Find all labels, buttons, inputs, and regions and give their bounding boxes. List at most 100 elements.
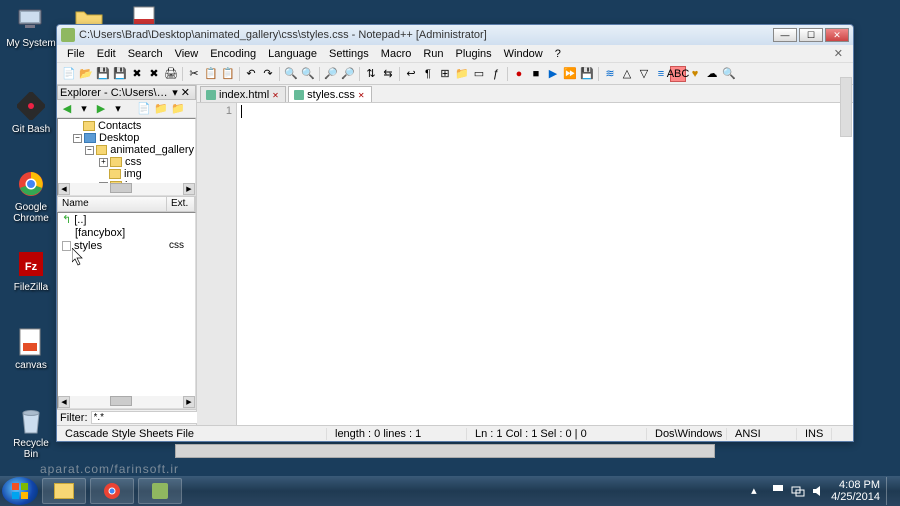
plugin-icon[interactable]: ♥ — [687, 66, 703, 82]
tree-scrollbar[interactable]: ◀ ▶ — [58, 183, 195, 195]
taskbar-explorer-button[interactable] — [42, 478, 86, 504]
tree-item-animated-gallery[interactable]: −animated_gallery — [59, 144, 194, 156]
doc-map-icon[interactable]: ▭ — [471, 66, 487, 82]
filelist-scrollbar[interactable]: ◀ ▶ — [58, 396, 195, 408]
cut-icon[interactable]: ✂ — [186, 66, 202, 82]
save-icon[interactable]: 💾 — [95, 66, 111, 82]
sync-h-icon[interactable]: ⇆ — [380, 66, 396, 82]
show-all-chars-icon[interactable]: ¶ — [420, 66, 436, 82]
find-icon[interactable]: 📁 — [171, 102, 185, 116]
dropdown-icon[interactable]: ▾ — [77, 102, 91, 116]
explorer-toggle-icon[interactable]: 🔍 — [721, 66, 737, 82]
open-file-icon[interactable]: 📂 — [78, 66, 94, 82]
show-hidden-icons-icon[interactable]: ▴ — [751, 484, 765, 498]
tree-item-contacts[interactable]: Contacts — [59, 120, 194, 132]
undo-icon[interactable]: ↶ — [243, 66, 259, 82]
stop-macro-icon[interactable]: ■ — [528, 66, 544, 82]
close-button[interactable]: ✕ — [825, 28, 849, 42]
menu-settings[interactable]: Settings — [323, 48, 375, 60]
new-file-icon[interactable]: 📄 — [137, 102, 151, 116]
spell-check-icon[interactable]: ABC — [670, 66, 686, 82]
menu-edit[interactable]: Edit — [91, 48, 122, 60]
desktop-icon-my-system[interactable]: My System — [6, 4, 56, 49]
sync-v-icon[interactable]: ⇅ — [363, 66, 379, 82]
new-folder-icon[interactable]: 📁 — [154, 102, 168, 116]
copy-icon[interactable]: 📋 — [203, 66, 219, 82]
save-macro-icon[interactable]: 💾 — [579, 66, 595, 82]
compare-nav-icon[interactable]: ▽ — [636, 66, 652, 82]
menu-window[interactable]: Window — [498, 48, 549, 60]
redo-icon[interactable]: ↷ — [260, 66, 276, 82]
column-name[interactable]: Name — [58, 197, 167, 211]
explorer-close-icon[interactable]: ✕ — [178, 86, 193, 99]
close-all-icon[interactable]: ✖ — [146, 66, 162, 82]
record-macro-icon[interactable]: ● — [511, 66, 527, 82]
compare-icon[interactable]: ≋ — [602, 66, 618, 82]
scroll-left-icon[interactable]: ◀ — [58, 183, 70, 195]
file-row-up[interactable]: ↰[..] — [58, 213, 195, 226]
menu-macro[interactable]: Macro — [375, 48, 418, 60]
menu-encoding[interactable]: Encoding — [204, 48, 262, 60]
explorer-header[interactable]: Explorer - C:\Users\Brad\Desktop\a... ▾ … — [57, 85, 196, 100]
secondary-close-button[interactable]: ✕ — [828, 47, 849, 60]
show-desktop-button[interactable] — [886, 477, 892, 505]
dropdown-icon[interactable]: ▾ — [111, 102, 125, 116]
tree-item-css[interactable]: +css — [59, 156, 194, 168]
desktop-icon-filezilla[interactable]: Fz FileZilla — [6, 248, 56, 293]
desktop-icon-git-bash[interactable]: Git Bash — [6, 90, 56, 135]
next-icon[interactable]: ▶ — [94, 102, 108, 116]
scroll-right-icon[interactable]: ▶ — [183, 396, 195, 408]
desktop-icon-chrome[interactable]: Google Chrome — [6, 168, 56, 224]
scroll-left-icon[interactable]: ◀ — [58, 396, 70, 408]
zoom-in-icon[interactable]: 🔎 — [323, 66, 339, 82]
tab-styles-css[interactable]: styles.css ✕ — [288, 86, 372, 102]
menu-language[interactable]: Language — [262, 48, 323, 60]
start-button[interactable] — [2, 477, 38, 505]
paste-icon[interactable]: 📋 — [220, 66, 236, 82]
tree-item-desktop[interactable]: −Desktop — [59, 132, 194, 144]
save-all-icon[interactable]: 💾 — [112, 66, 128, 82]
collapse-icon[interactable]: − — [85, 146, 94, 155]
menu-file[interactable]: File — [61, 48, 91, 60]
plugin2-icon[interactable]: ☁ — [704, 66, 720, 82]
taskbar-notepadpp-button[interactable] — [138, 478, 182, 504]
close-file-icon[interactable]: ✖ — [129, 66, 145, 82]
titlebar[interactable]: C:\Users\Brad\Desktop\animated_gallery\c… — [57, 25, 853, 45]
menu-search[interactable]: Search — [122, 48, 169, 60]
network-icon[interactable] — [791, 484, 805, 498]
desktop-icon-recycle-bin[interactable]: Recycle Bin — [6, 404, 56, 460]
scroll-right-icon[interactable]: ▶ — [183, 183, 195, 195]
tree-item-img[interactable]: img — [59, 168, 194, 180]
menu-run[interactable]: Run — [417, 48, 449, 60]
print-icon[interactable]: 🖨 — [163, 66, 179, 82]
tab-close-icon[interactable]: ✕ — [358, 91, 366, 99]
menu-plugins[interactable]: Plugins — [450, 48, 498, 60]
file-row-styles[interactable]: stylescss — [58, 239, 195, 252]
play-macro-icon[interactable]: ▶ — [545, 66, 561, 82]
taskbar-clock[interactable]: 4:08 PM 4/25/2014 — [831, 479, 880, 503]
expand-icon[interactable]: + — [99, 158, 108, 167]
zoom-out-icon[interactable]: 🔎 — [340, 66, 356, 82]
prev-icon[interactable]: ◀ — [60, 102, 74, 116]
find-icon[interactable]: 🔍 — [283, 66, 299, 82]
collapse-icon[interactable]: − — [73, 134, 82, 143]
column-ext[interactable]: Ext. — [167, 197, 195, 211]
file-row-fancybox[interactable]: [fancybox] — [58, 226, 195, 239]
compare-clear-icon[interactable]: △ — [619, 66, 635, 82]
editor-body[interactable]: 1 — [197, 103, 853, 425]
minimize-button[interactable]: — — [773, 28, 797, 42]
code-area[interactable] — [237, 103, 853, 425]
new-file-icon[interactable]: 📄 — [61, 66, 77, 82]
tab-index-html[interactable]: index.html ✕ — [200, 86, 286, 102]
taskbar-chrome-button[interactable] — [90, 478, 134, 504]
function-list-icon[interactable]: ƒ — [488, 66, 504, 82]
tab-close-icon[interactable]: ✕ — [272, 91, 280, 99]
wordwrap-icon[interactable]: ↩ — [403, 66, 419, 82]
indent-guide-icon[interactable]: ⊞ — [437, 66, 453, 82]
menu-help[interactable]: ? — [549, 48, 567, 60]
play-multiple-icon[interactable]: ⏩ — [562, 66, 578, 82]
volume-icon[interactable] — [811, 484, 825, 498]
menu-view[interactable]: View — [169, 48, 205, 60]
maximize-button[interactable]: ☐ — [799, 28, 823, 42]
action-center-icon[interactable] — [771, 484, 785, 498]
